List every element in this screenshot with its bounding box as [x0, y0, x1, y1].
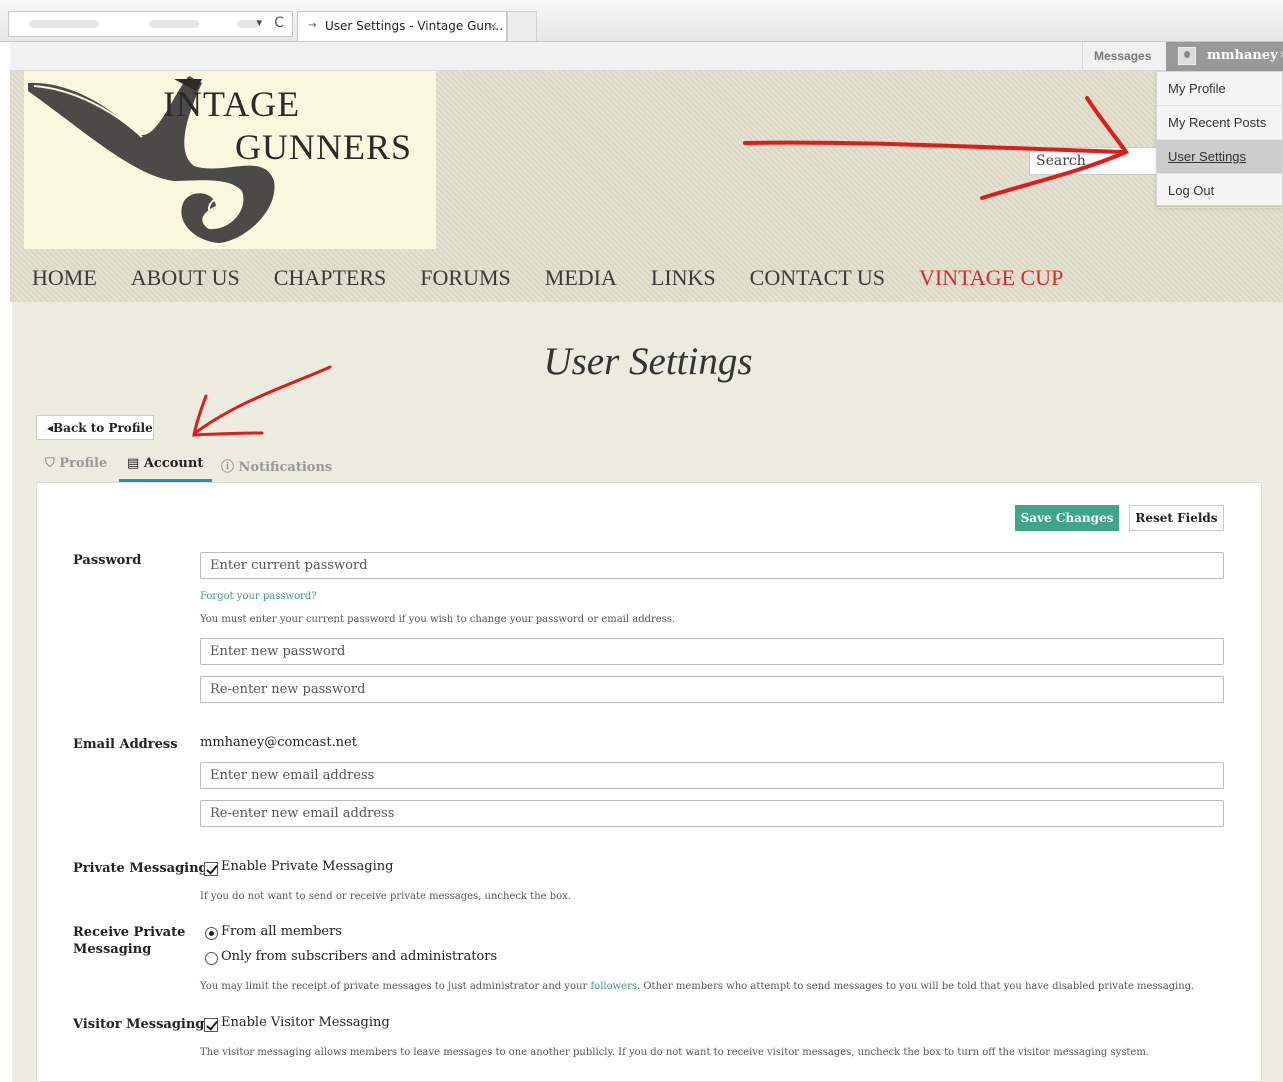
blurred-url-segment: [29, 20, 99, 28]
search-input[interactable]: Search: [1029, 147, 1169, 175]
avatar: [1178, 47, 1196, 65]
radio-subscribers-admins-label: Only from subscribers and administrators: [221, 949, 498, 964]
enable-private-messaging-label: Enable Private Messaging: [221, 859, 394, 874]
back-to-profile-button[interactable]: ◂Back to Profile: [36, 415, 154, 440]
favicon-icon: →: [308, 20, 317, 31]
nav-item-media[interactable]: MEDIA: [545, 265, 617, 291]
id-card-icon: ▤: [127, 456, 140, 471]
tab-notifications-label: Notifications: [238, 460, 333, 475]
enable-visitor-messaging-checkbox[interactable]: [204, 1018, 218, 1032]
close-tab-icon[interactable]: ×: [488, 19, 498, 33]
menu-item-user-settings[interactable]: User Settings: [1157, 140, 1282, 174]
nav-item-forums[interactable]: FORUMS: [420, 265, 510, 291]
enable-visitor-messaging-label: Enable Visitor Messaging: [221, 1015, 390, 1030]
page-title: User Settings: [543, 340, 753, 383]
main-nav: HOME ABOUT US CHAPTERS FORUMS MEDIA LINKS CONT…: [32, 265, 1097, 295]
nav-item-chapters[interactable]: CHAPTERS: [274, 265, 386, 291]
visitor-messaging-label: Visitor Messaging: [73, 1017, 205, 1032]
user-menu-button[interactable]: mmhaney ×: [1166, 42, 1283, 71]
private-messaging-label: Private Messaging: [73, 861, 208, 876]
receive-private-messaging-label: Receive Private Messaging: [73, 924, 185, 958]
site-header: INTAGE GUNNERS Search HOME ABOUT US CHAPTE…: [10, 71, 1283, 302]
private-messaging-help-text: If you do not want to send or receive pr…: [200, 891, 571, 902]
forgot-password-link[interactable]: Forgot your password?: [200, 591, 317, 602]
browser-tab-active[interactable]: → User Settings - Vintage Gun... ×: [297, 11, 507, 41]
help-text-part: You may limit the receipt of private mes…: [200, 981, 591, 992]
email-label: Email Address: [73, 737, 178, 752]
menu-item-my-recent-posts[interactable]: My Recent Posts: [1157, 106, 1282, 140]
visitor-messaging-help-text: The visitor messaging allows members to …: [200, 1047, 1149, 1058]
tab-notifications[interactable]: ⓘ Notifications: [221, 456, 332, 475]
enable-private-messaging-checkbox[interactable]: [204, 862, 218, 876]
tab-account[interactable]: ▤ Account: [127, 456, 203, 471]
tab-profile[interactable]: ⛉ Profile: [45, 456, 107, 471]
followers-link[interactable]: followers: [590, 981, 637, 992]
site-logo[interactable]: INTAGE GUNNERS: [24, 71, 436, 249]
nav-item-links[interactable]: LINKS: [651, 265, 716, 291]
radio-from-all-members-label: From all members: [221, 924, 342, 939]
browser-tabstrip: ▾ C → User Settings - Vintage Gun... ×: [0, 0, 1283, 42]
nav-item-home[interactable]: HOME: [32, 265, 97, 291]
tab-profile-label: Profile: [59, 456, 108, 471]
logo-text-line2: GUNNERS: [235, 127, 413, 167]
password-label: Password: [73, 553, 142, 568]
reenter-password-field[interactable]: Re-enter new password: [200, 676, 1224, 703]
reload-icon[interactable]: C: [274, 15, 284, 31]
nav-item-contact-us[interactable]: CONTACT US: [750, 265, 885, 291]
reenter-email-field[interactable]: Re-enter new email address: [200, 800, 1224, 827]
logo-text-line1: INTAGE: [163, 84, 301, 124]
new-email-field[interactable]: Enter new email address: [200, 762, 1224, 789]
password-help-text: You must enter your current password if …: [200, 614, 676, 625]
messages-link[interactable]: Messages: [1082, 42, 1166, 71]
tab-account-label: Account: [143, 456, 204, 471]
blurred-url-segment: [149, 20, 199, 28]
radio-from-all-members[interactable]: [205, 927, 218, 940]
new-tab-button[interactable]: [507, 11, 537, 41]
radio-subscribers-admins-only[interactable]: [205, 952, 218, 965]
current-password-field[interactable]: Enter current password: [200, 552, 1224, 579]
admin-bar: Messages mmhaney ×: [10, 42, 1283, 71]
receive-private-help-text: You may limit the receipt of private mes…: [200, 981, 1194, 992]
close-icon[interactable]: ×: [1279, 48, 1283, 61]
address-bar[interactable]: ▾ C: [8, 11, 293, 37]
nav-item-about-us[interactable]: ABOUT US: [131, 265, 240, 291]
chevron-down-icon[interactable]: ▾: [256, 16, 262, 29]
menu-item-my-profile[interactable]: My Profile: [1157, 72, 1282, 106]
user-dropdown-menu: My Profile My Recent Posts User Settings…: [1156, 71, 1283, 208]
user-icon: ⛉: [45, 456, 55, 471]
username: mmhaney: [1207, 48, 1278, 63]
reset-fields-button[interactable]: Reset Fields: [1129, 505, 1224, 531]
alert-icon: ⓘ: [221, 460, 235, 475]
receive-private-label-line1: Receive Private: [73, 925, 186, 940]
receive-private-label-line2: Messaging: [73, 942, 152, 957]
help-text-part: . Other members who attempt to send mess…: [637, 981, 1195, 992]
nav-item-vintage-cup[interactable]: VINTAGE CUP: [919, 265, 1063, 291]
browser-tab-title: User Settings - Vintage Gun...: [325, 19, 504, 33]
menu-item-log-out[interactable]: Log Out: [1157, 174, 1282, 208]
current-email-value: mmhaney@comcast.net: [200, 735, 357, 750]
save-changes-button[interactable]: Save Changes: [1015, 505, 1119, 531]
new-password-field[interactable]: Enter new password: [200, 638, 1224, 665]
